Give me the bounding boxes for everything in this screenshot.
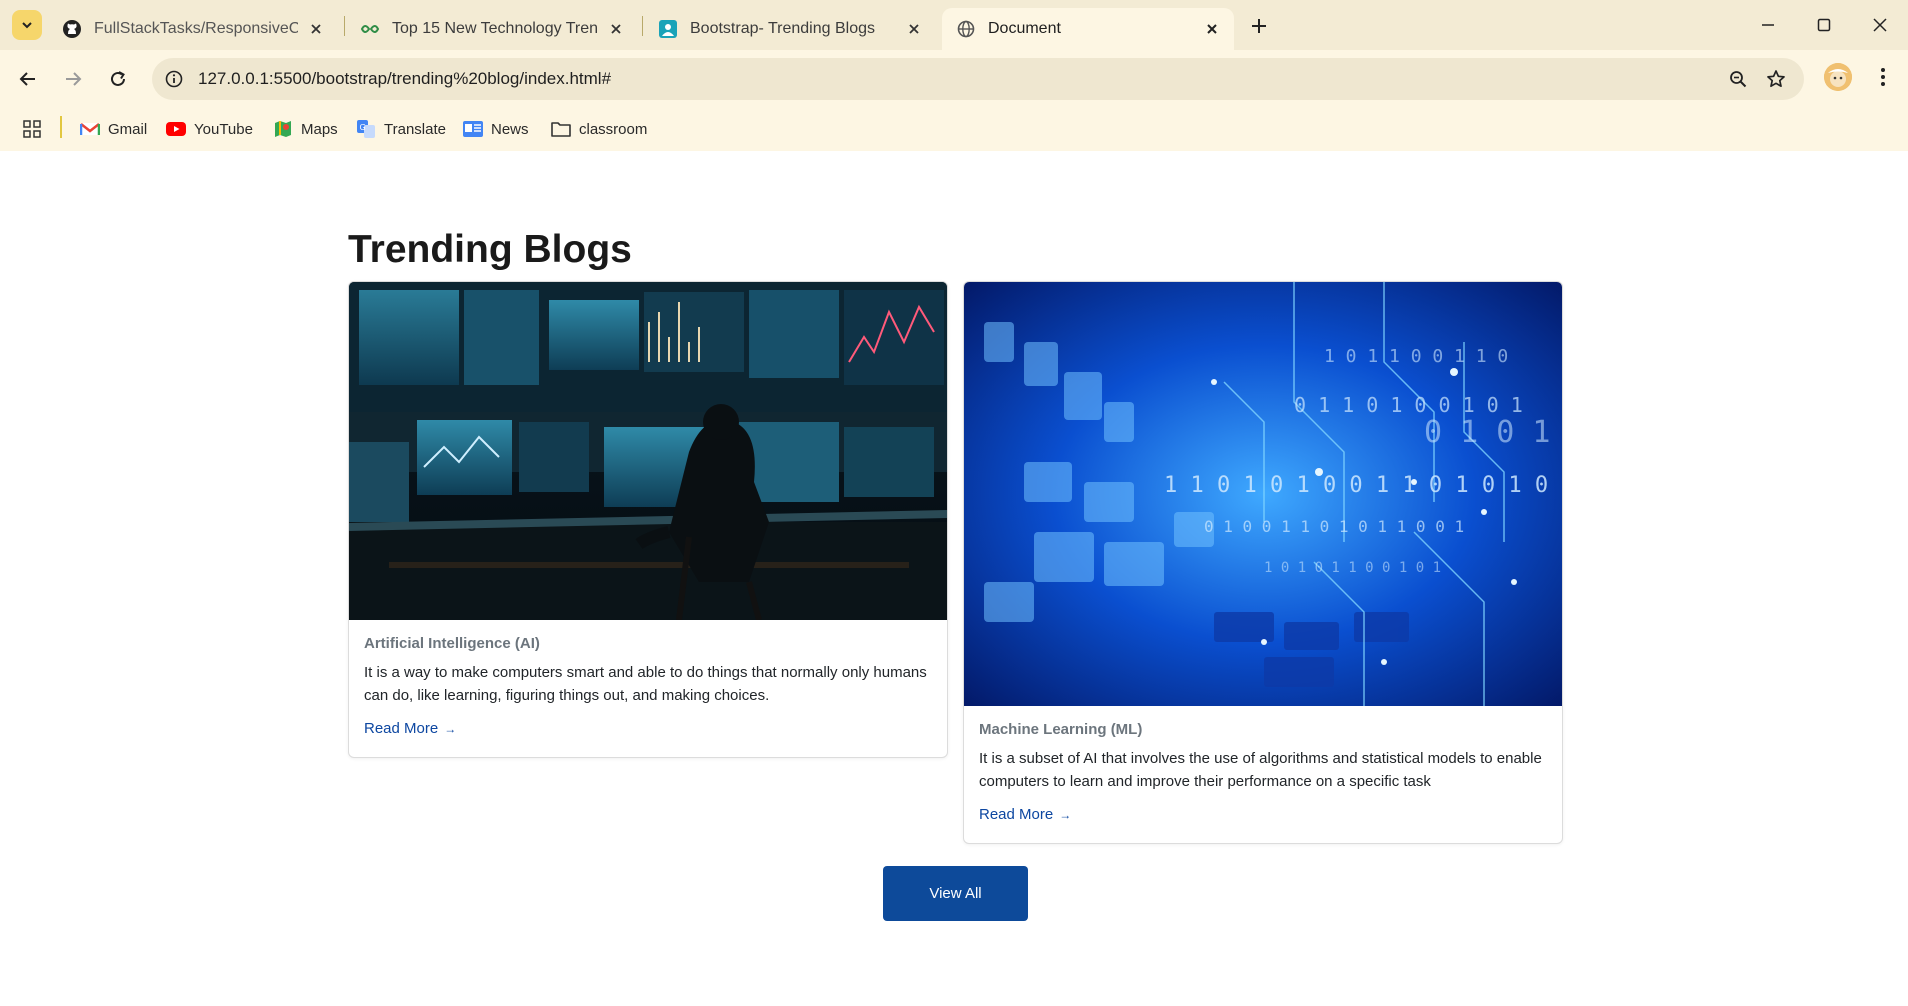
gmail-icon (80, 119, 100, 139)
reload-button[interactable] (101, 62, 135, 96)
forward-button[interactable] (56, 62, 90, 96)
svg-text:1 1 0 1 0 1 0 0 1 1 0 1 0 1 0: 1 1 0 1 0 1 0 0 1 1 0 1 0 1 0 (1164, 473, 1548, 498)
github-icon (62, 19, 82, 39)
tab-github[interactable]: FullStackTasks/ResponsiveCards (48, 8, 338, 50)
tab-separator (344, 16, 345, 36)
card-subtitle: Artificial Intelligence (AI) (364, 635, 540, 652)
tab-title: Document (988, 20, 1061, 37)
svg-text:G: G (360, 123, 366, 132)
bookmark-star-icon[interactable] (1764, 67, 1788, 91)
new-tab-button[interactable] (1245, 12, 1273, 40)
bookmarks-bar: Gmail YouTube Maps G Translate News clas… (0, 108, 1908, 151)
site-info-icon[interactable] (162, 67, 186, 91)
bookmark-classroom-folder[interactable]: classroom (551, 114, 647, 144)
arrow-right-icon: → (444, 721, 457, 736)
navigation-bar: 127.0.0.1:5500/bootstrap/trending%20blog… (0, 50, 1908, 108)
chevron-down-icon (22, 22, 32, 29)
tab-geeksforgeeks[interactable]: Top 15 New Technology Trends (346, 8, 638, 50)
bootstrap-icon (658, 19, 678, 39)
bookmark-maps[interactable]: Maps (273, 114, 338, 144)
bookmark-label: Maps (301, 120, 338, 138)
tab-bootstrap[interactable]: Bootstrap- Trending Blogs (644, 8, 936, 50)
card-text: It is a way to make computers smart and … (364, 664, 927, 704)
profile-avatar[interactable] (1824, 63, 1852, 91)
bookmark-label: Gmail (108, 120, 148, 138)
more-vertical-icon (1881, 68, 1885, 86)
close-icon[interactable] (606, 19, 626, 39)
tab-search-button[interactable] (12, 10, 42, 40)
browser-menu-button[interactable] (1868, 62, 1898, 92)
maximize-button[interactable] (1804, 10, 1844, 40)
card-body: Machine Learning (ML) It is a subset of … (979, 721, 1547, 824)
bookmark-label: News (491, 120, 529, 138)
bookmark-news[interactable]: News (463, 114, 529, 144)
plus-icon (1252, 19, 1266, 33)
card-image-binary-circuit: 1 0 1 1 0 0 1 1 0 0 1 1 0 1 0 0 1 0 1 1 … (964, 282, 1562, 706)
page-title: Trending Blogs (348, 228, 632, 271)
folder-icon (551, 119, 571, 139)
arrow-right-icon (66, 72, 82, 86)
tab-title: Bootstrap- Trending Blogs (690, 20, 875, 37)
url-text[interactable]: 127.0.0.1:5500/bootstrap/trending%20blog… (198, 58, 611, 100)
svg-text:1 0 1 1 0 0 1 1 0: 1 0 1 1 0 0 1 1 0 (1324, 346, 1508, 367)
tab-document[interactable]: Document (942, 8, 1234, 50)
svg-text:0 1 0 1 1: 0 1 0 1 1 (1424, 415, 1562, 450)
bookmark-translate[interactable]: G Translate (356, 114, 446, 144)
globe-icon (956, 19, 976, 39)
close-icon[interactable] (1202, 19, 1222, 39)
blog-card-ml: 1 0 1 1 0 0 1 1 0 0 1 1 0 1 0 0 1 0 1 1 … (963, 281, 1563, 844)
translate-icon: G (356, 119, 376, 139)
maximize-icon (1817, 18, 1831, 32)
card-image-trader-desk (349, 282, 947, 620)
news-icon (463, 119, 483, 139)
bookmark-youtube[interactable]: YouTube (166, 114, 253, 144)
maps-icon (273, 119, 293, 139)
read-more-label: Read More (364, 720, 439, 737)
back-button[interactable] (11, 62, 45, 96)
bookmark-label: Translate (384, 120, 446, 138)
zoom-icon[interactable] (1726, 67, 1750, 91)
geeksforgeeks-icon (360, 19, 380, 39)
svg-text:0 1 1 0 1 0 0 1 0 1: 0 1 1 0 1 0 0 1 0 1 (1294, 393, 1523, 417)
browser-chrome: FullStackTasks/ResponsiveCards Top 15 Ne… (0, 0, 1908, 151)
close-window-button[interactable] (1860, 10, 1900, 40)
close-icon[interactable] (904, 19, 924, 39)
blog-card-ai: Artificial Intelligence (AI) It is a way… (348, 281, 948, 758)
arrow-right-icon: → (1059, 807, 1072, 822)
card-body: Artificial Intelligence (AI) It is a way… (364, 635, 932, 738)
tab-separator (642, 16, 643, 36)
tab-title: FullStackTasks/ResponsiveCards (94, 20, 298, 37)
close-icon[interactable] (306, 19, 326, 39)
card-subtitle: Machine Learning (ML) (979, 721, 1143, 738)
youtube-icon (166, 119, 186, 139)
tab-strip: FullStackTasks/ResponsiveCards Top 15 Ne… (0, 0, 1908, 50)
minimize-icon (1762, 24, 1774, 26)
address-bar[interactable]: 127.0.0.1:5500/bootstrap/trending%20blog… (152, 58, 1804, 100)
svg-text:0 1 0 0 1 1 0 1 0 1 1 0 0 1: 0 1 0 0 1 1 0 1 0 1 1 0 0 1 (1204, 517, 1464, 536)
apps-grid-icon (22, 119, 42, 139)
bookmark-label: YouTube (194, 120, 253, 138)
bookmark-label: classroom (579, 120, 648, 138)
reload-icon (111, 71, 125, 86)
view-all-button[interactable]: View All (883, 866, 1028, 921)
bookmark-gmail[interactable]: Gmail (80, 114, 147, 144)
read-more-link[interactable]: Read More → (979, 806, 1071, 823)
minimize-button[interactable] (1748, 10, 1788, 40)
card-text: It is a subset of AI that involves the u… (979, 750, 1542, 790)
arrow-left-icon (19, 72, 35, 86)
apps-button[interactable] (22, 114, 50, 144)
bookmarks-divider (60, 116, 62, 138)
close-icon (1873, 18, 1887, 32)
avatar-icon (1824, 63, 1852, 91)
read-more-link[interactable]: Read More → (364, 720, 456, 737)
tab-title: Top 15 New Technology Trends (392, 20, 598, 37)
svg-text:1 0 1 0 1 1 0 0 1 0 1: 1 0 1 0 1 1 0 0 1 0 1 (1264, 560, 1441, 576)
read-more-label: Read More (979, 806, 1054, 823)
